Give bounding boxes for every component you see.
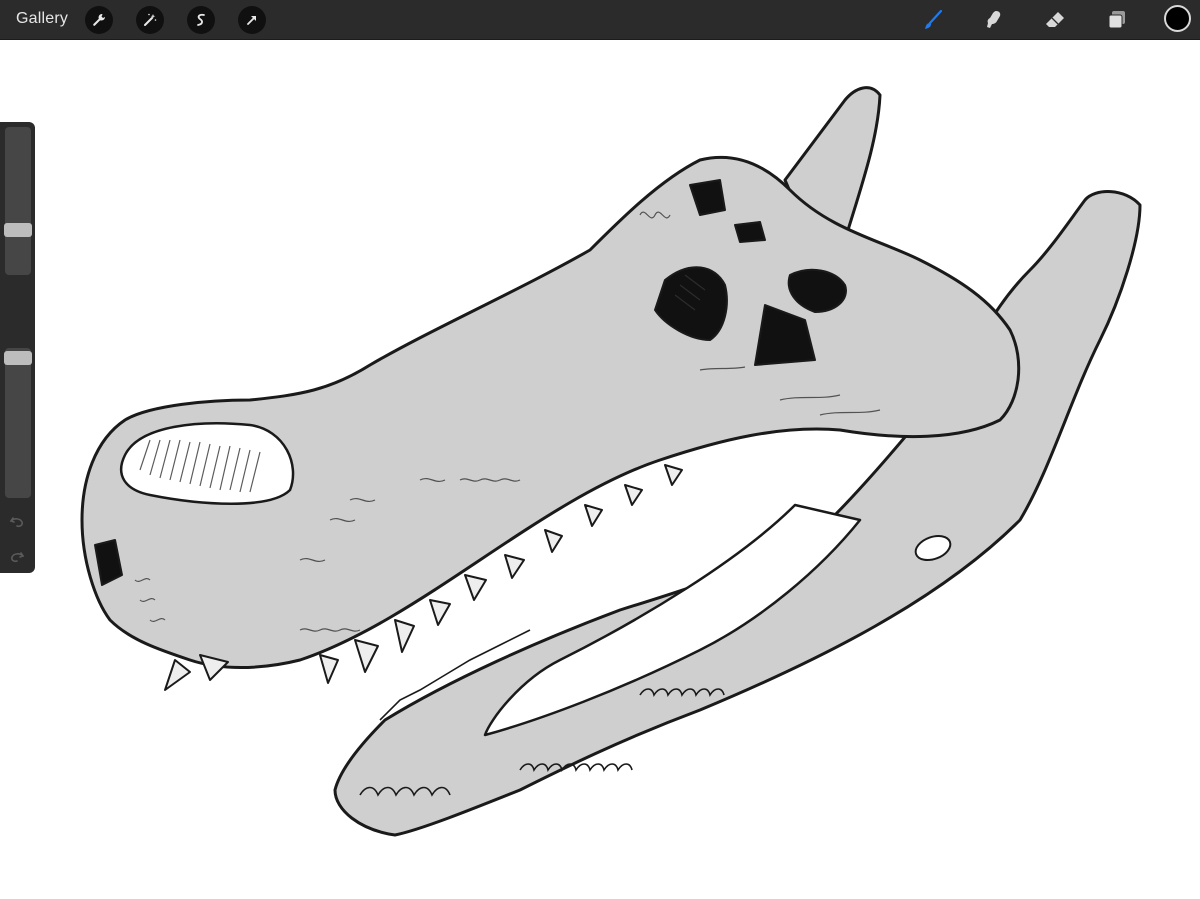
adjustments-wand-icon[interactable] [136,6,164,34]
brush-icon[interactable] [918,5,948,35]
selection-icon[interactable] [187,6,215,34]
brush-sidebar [0,122,35,573]
actions-wrench-icon[interactable] [85,6,113,34]
layers-icon[interactable] [1102,5,1132,35]
smudge-icon[interactable] [979,5,1009,35]
transform-arrow-icon[interactable] [238,6,266,34]
brush-size-thumb[interactable] [4,223,32,237]
brush-size-slider[interactable] [4,127,32,275]
opacity-slider[interactable] [4,348,32,498]
top-toolbar: Gallery [0,0,1200,40]
drawing-canvas[interactable] [0,40,1200,899]
crocodile-skull-sketch [80,86,1142,837]
gallery-button[interactable]: Gallery [16,10,68,28]
redo-icon[interactable] [8,547,26,565]
opacity-thumb[interactable] [4,351,32,365]
color-picker-swatch[interactable] [1164,5,1191,32]
eraser-icon[interactable] [1040,5,1070,35]
undo-icon[interactable] [8,512,26,530]
